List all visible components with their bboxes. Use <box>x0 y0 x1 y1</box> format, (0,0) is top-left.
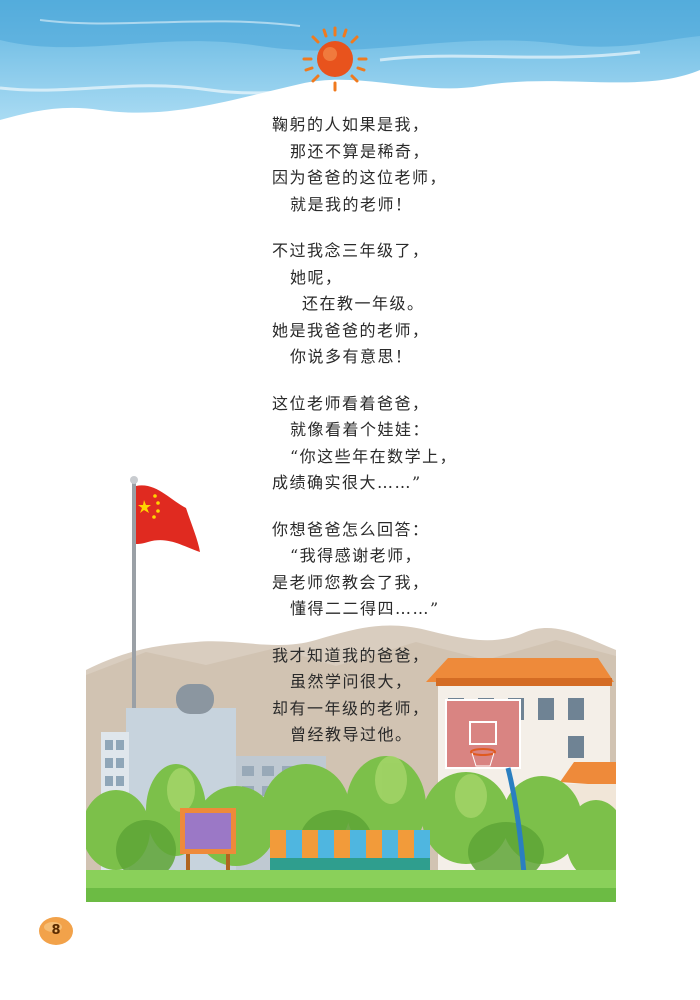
poem-stanza: 这位老师看着爸爸， 就像看着个娃娃： “你这些年在数学上， 成绩确实很大……” <box>272 391 592 497</box>
poem-line: 不过我念三年级了， <box>272 241 430 260</box>
poem-line: 曾经教导过他。 <box>290 725 413 744</box>
poem-line: 就像看着个娃娃： <box>290 420 431 439</box>
poem-line: 你说多有意思！ <box>290 347 413 366</box>
poem-line: 因为爸爸的这位老师， <box>272 168 448 187</box>
poem: 鞠躬的人如果是我， 那还不算是稀奇， 因为爸爸的这位老师， 就是我的老师！ 不过我念三年… <box>272 112 592 769</box>
poem-line: “我得感谢老师， <box>290 546 423 565</box>
page-number: 8 <box>51 923 61 938</box>
poem-line: 她呢， <box>290 267 343 287</box>
poem-line: 虽然学问很大， <box>290 672 413 691</box>
poem-line: 这位老师看着爸爸， <box>272 393 430 413</box>
poem-line: 那还不算是稀奇， <box>290 141 431 161</box>
poem-line: “你这些年在数学上， <box>290 446 458 466</box>
poem-line: 我才知道我的爸爸， <box>272 645 430 665</box>
poem-stanza: 鞠躬的人如果是我， 那还不算是稀奇， 因为爸爸的这位老师， 就是我的老师！ <box>272 112 592 218</box>
poem-line: 却有一年级的老师， <box>272 698 430 718</box>
poem-stanza: 不过我念三年级了， 她呢， 还在教一年级。她是我爸爸的老师， 你说多有意思！ <box>272 238 592 371</box>
poem-stanza: 你想爸爸怎么回答： “我得感谢老师， 是老师您教会了我， 懂得二二得四……” <box>272 517 592 623</box>
poem-line: 你想爸爸怎么回答： <box>272 519 430 539</box>
poem-line: 鞠躬的人如果是我， <box>272 115 430 134</box>
poem-line: 懂得二二得四……” <box>290 599 440 618</box>
poem-line: 是老师您教会了我， <box>272 572 430 592</box>
poem-stanza: 我才知道我的爸爸， 虽然学问很大， 却有一年级的老师， 曾经教导过他。 <box>272 643 592 749</box>
poem-line: 就是我的老师！ <box>290 194 413 214</box>
sun-icon <box>302 26 368 92</box>
poem-line: 还在教一年级。 <box>302 294 425 313</box>
poem-line: 她是我爸爸的老师， <box>272 320 430 340</box>
poem-line: 成绩确实很大……” <box>272 473 422 492</box>
